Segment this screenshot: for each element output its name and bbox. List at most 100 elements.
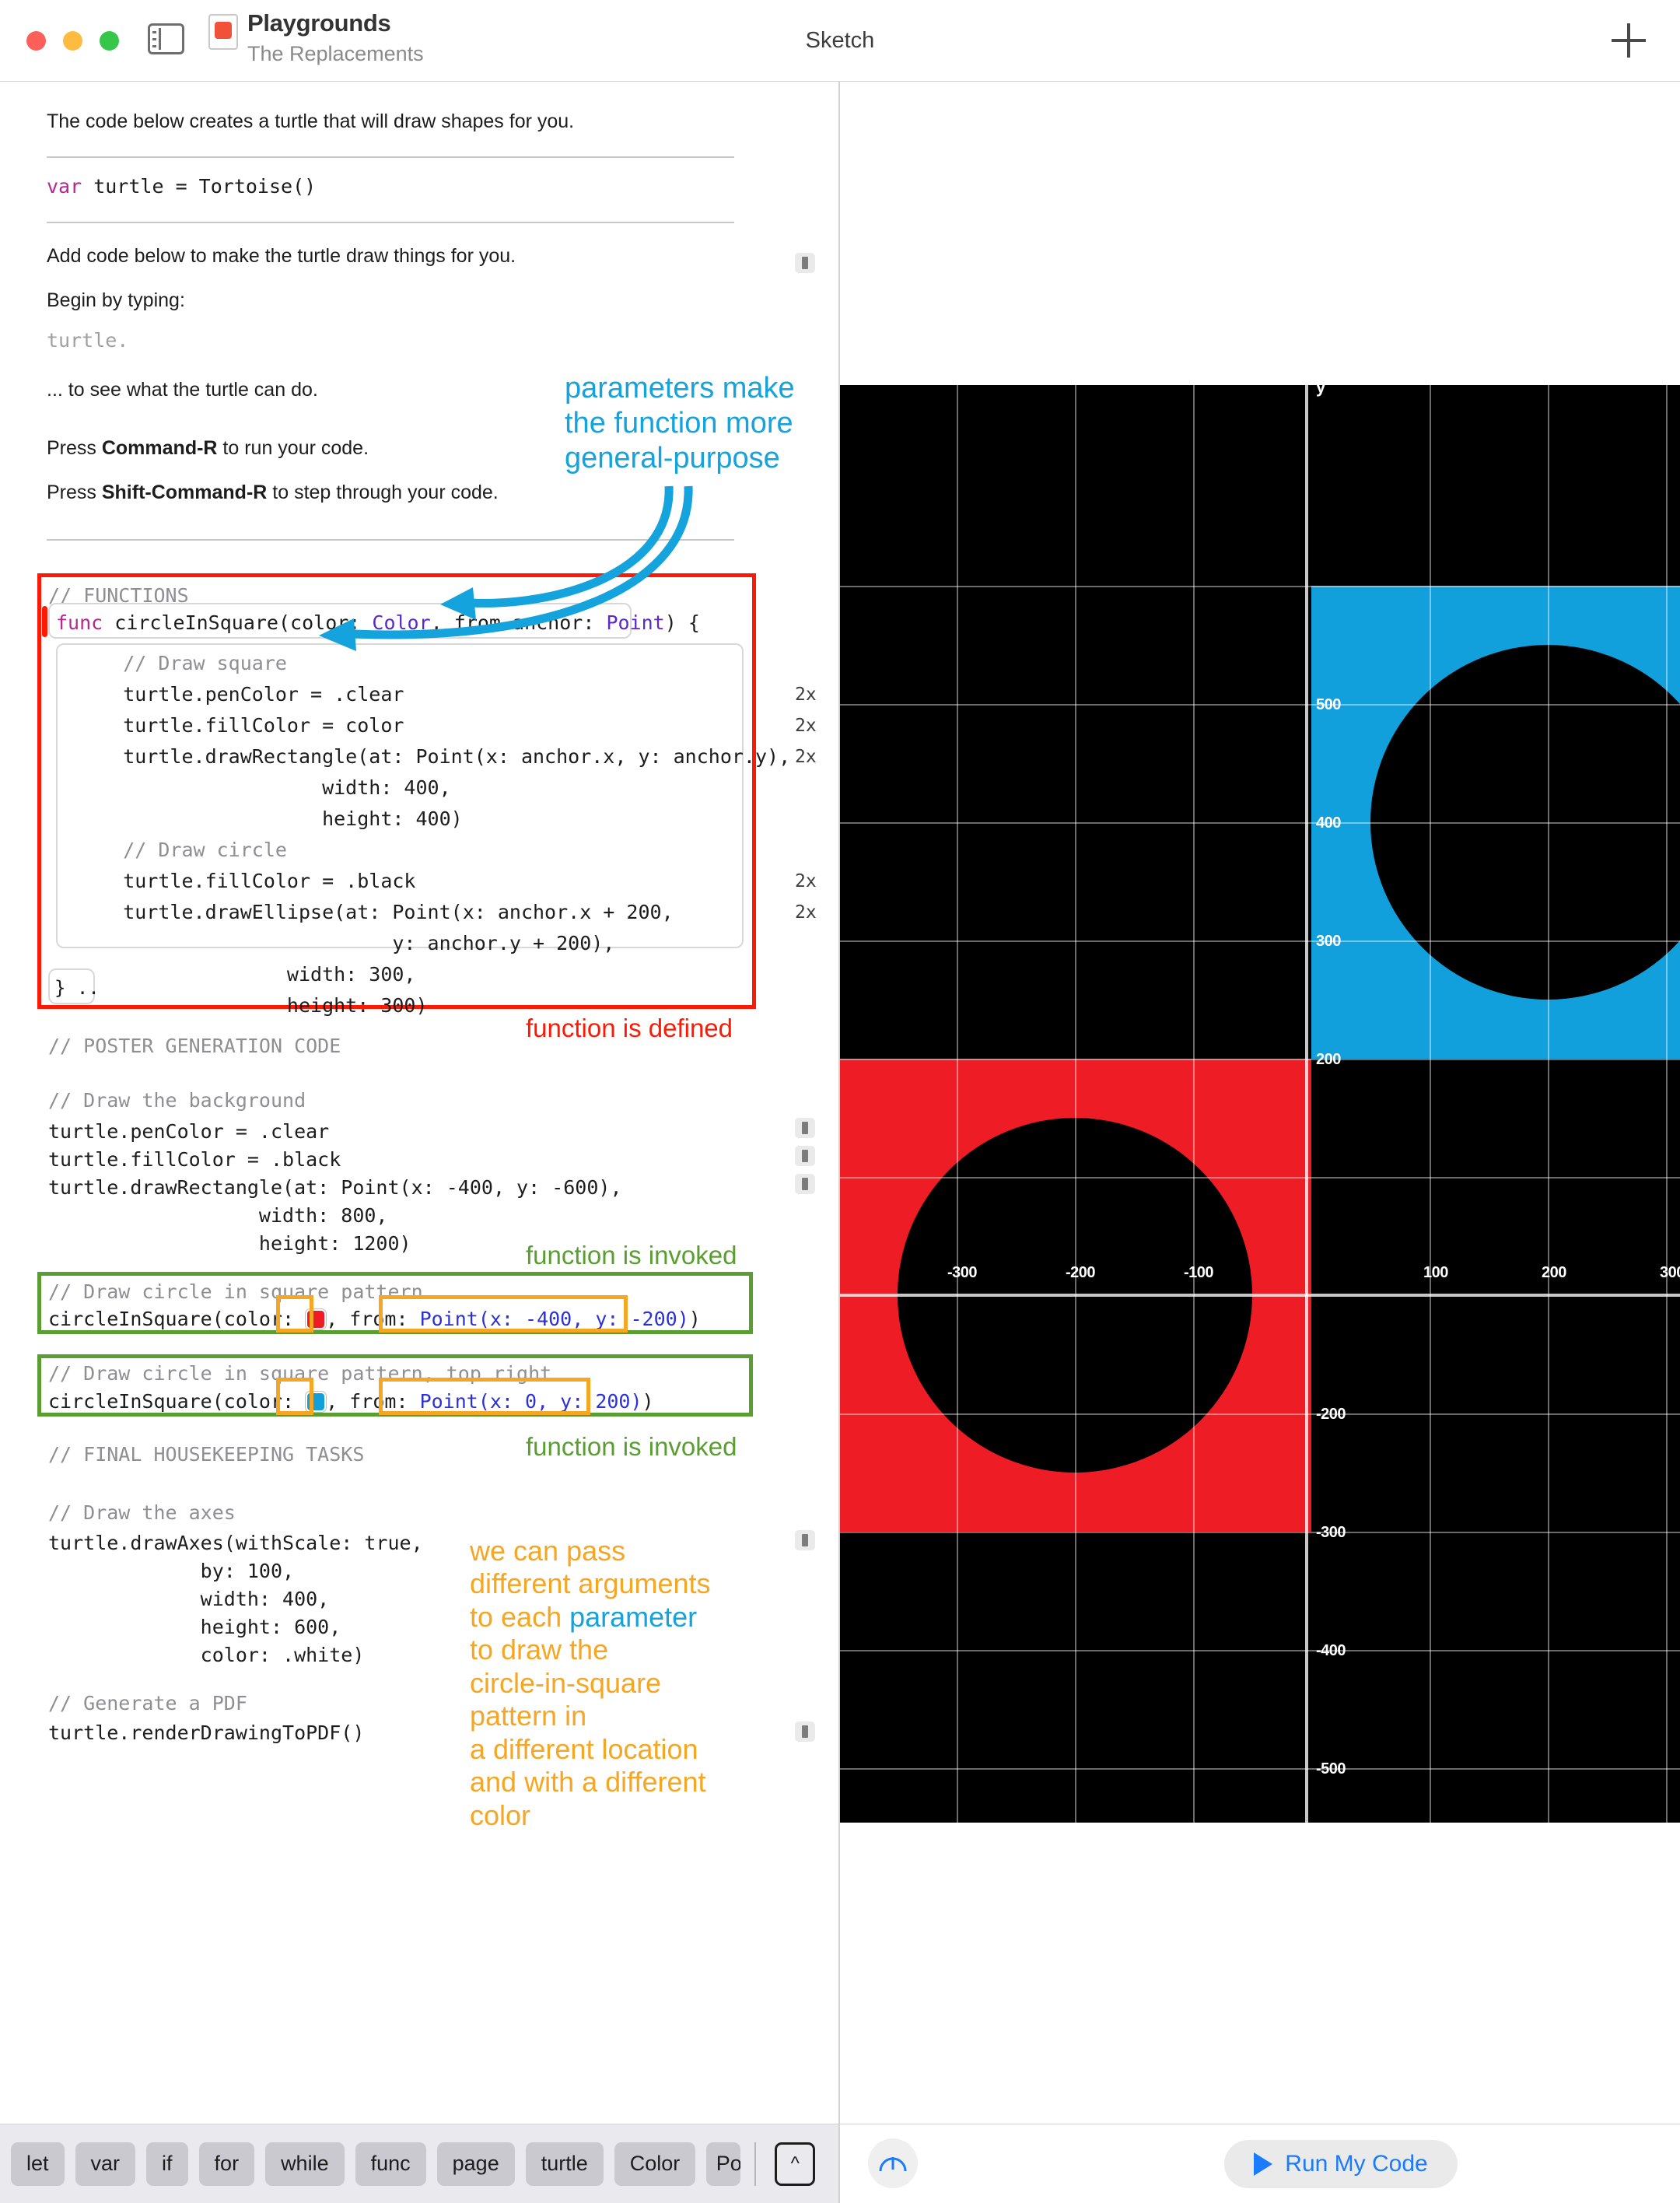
keyboard-key-color[interactable]: Color [614, 2142, 696, 2186]
placeholder-code: turtle. [47, 329, 129, 352]
annotation-orange-line-7: and with a different [470, 1766, 706, 1798]
keyboard-key-page[interactable]: page [436, 2142, 515, 2186]
code-render-pdf: turtle.renderDrawingToPDF() [48, 1721, 365, 1744]
x-tick--100: -100 [1184, 1264, 1214, 1281]
x-tick--200: -200 [1066, 1264, 1096, 1281]
code-axes-by: by: 100, [48, 1560, 295, 1582]
y-tick--300: -300 [1316, 1524, 1346, 1541]
keyboard-key-for[interactable]: for [198, 2142, 255, 2186]
keyword-func: func [56, 611, 103, 634]
code-axes-height: height: 600, [48, 1616, 341, 1638]
gridline-h-200 [840, 1059, 1680, 1060]
code-axes-color: color: .white) [48, 1644, 365, 1666]
keyboard-key-let[interactable]: let [11, 2142, 65, 2186]
gridline-h--400 [840, 1768, 1680, 1770]
code-line-draw-circle-comment: // Draw circle [76, 839, 287, 861]
intro-text-4: ... to see what the turtle can do. [47, 379, 318, 401]
y-tick-200: 200 [1316, 1051, 1341, 1068]
code-line-drawellipse: turtle.drawEllipse(at: Point(x: anchor.x… [76, 901, 674, 923]
code-bg-fillcolor: turtle.fillColor = .black [48, 1148, 341, 1171]
play-icon [1254, 2152, 1273, 2176]
argument-highlight-color-2 [276, 1378, 313, 1415]
gridline-h-400 [840, 822, 1680, 824]
x-tick-100: 100 [1423, 1264, 1448, 1281]
y-tick-500: 500 [1316, 696, 1341, 713]
title-bar: Playgrounds The Replacements Sketch [0, 0, 1680, 82]
annotation-orange-line-2: to each parameter [470, 1601, 781, 1634]
run-counter-4: 2x [795, 871, 817, 891]
background-comment: // Draw the background [48, 1089, 306, 1112]
function-close-brace: } .. [54, 977, 100, 999]
annotation-orange-block: we can pass different arguments to each … [470, 1535, 781, 1832]
run-my-code-button[interactable]: Run My Code [1224, 2140, 1458, 2188]
code-line-rect-height: height: 400) [76, 807, 463, 830]
annotation-orange-line-4: circle-in-square [470, 1666, 662, 1699]
code-line-draw-square-comment: // Draw square [76, 652, 287, 674]
code-line-ellipse-width: width: 300, [76, 963, 416, 986]
intro-6-shortcut: Shift-Command-R [101, 482, 268, 503]
x-tick--300: -300 [947, 1264, 978, 1281]
code-line-fillcolor-black: turtle.fillColor = .black [76, 870, 416, 892]
keyword-var: var [47, 175, 82, 198]
delete-line-button-3[interactable] [795, 1174, 815, 1194]
y-tick-400: 400 [1316, 814, 1341, 832]
run-counter-1: 2x [795, 685, 817, 705]
run-button-label: Run My Code [1285, 2151, 1428, 2177]
invocation-2-prefix: circleInSquare(color: [48, 1390, 306, 1413]
delete-line-button-4[interactable] [795, 1530, 815, 1550]
keyboard-key-while[interactable]: while [265, 2142, 345, 2186]
keyboard-key-point[interactable]: Po [706, 2142, 741, 2186]
divider-2 [47, 222, 734, 223]
keyboard-key-turtle[interactable]: turtle [525, 2142, 604, 2186]
delete-line-button-1[interactable] [795, 1118, 815, 1138]
code-bg-height: height: 1200) [48, 1232, 411, 1255]
run-counter-2: 2x [795, 716, 817, 736]
argument-highlight-color-1 [276, 1295, 313, 1333]
add-page-button[interactable] [1612, 23, 1646, 58]
annotation-orange-line-5: pattern in [470, 1700, 587, 1732]
speedometer-icon[interactable] [868, 2138, 918, 2188]
code-editor-pane[interactable]: The code below creates a turtle that wil… [0, 82, 838, 2124]
gridline-h-600 [840, 586, 1680, 587]
annotation-parameter-word: parameter [569, 1600, 698, 1633]
code-bg-width: width: 800, [48, 1204, 388, 1227]
delete-line-button-2[interactable] [795, 1146, 815, 1166]
turtle-canvas: y 500 400 300 200 -200 -300 -400 -500 -3… [840, 385, 1680, 1823]
y-tick--200: -200 [1316, 1406, 1346, 1423]
annotation-orange-line-3: to draw the [470, 1634, 609, 1666]
keyboard-key-var[interactable]: var [75, 2142, 136, 2186]
code-axes-call: turtle.drawAxes(withScale: true, [48, 1532, 423, 1554]
keyboard-key-if[interactable]: if [146, 2142, 188, 2186]
divider-1 [47, 156, 734, 158]
gridline-v-300 [1666, 385, 1668, 1823]
invocation-2-tail: ) [642, 1390, 654, 1413]
code-bg-rect: turtle.drawRectangle(at: Point(x: -400, … [48, 1176, 622, 1199]
invocation-1-tail: ) [688, 1308, 701, 1330]
gridline-v--100 [1193, 385, 1195, 1823]
x-axis [840, 1294, 1680, 1297]
intro-5-shortcut: Command-R [101, 437, 218, 459]
setup-code-line[interactable]: var turtle = Tortoise() [47, 177, 316, 196]
gridline-v-100 [1430, 385, 1431, 1823]
keyboard-key-func[interactable]: func [355, 2142, 426, 2186]
annotation-orange-line-1: different arguments [470, 1567, 711, 1600]
annotation-orange-line-0: we can pass [470, 1535, 626, 1567]
run-bar: Run My Code [840, 2124, 1680, 2203]
intro-text-2: Add code below to make the turtle draw t… [47, 245, 516, 267]
chevron-up-icon[interactable]: ^ [775, 2142, 816, 2186]
intro-6-pre: Press [47, 482, 102, 503]
axes-comment: // Draw the axes [48, 1501, 236, 1524]
y-tick-300: 300 [1316, 933, 1341, 950]
playgrounds-window: Playgrounds The Replacements Sketch The … [0, 0, 1680, 2203]
y-axis-label: y [1316, 385, 1326, 397]
delete-line-button-5[interactable] [795, 1721, 815, 1742]
window-title: Sketch [805, 28, 875, 53]
gridline-h-300 [840, 940, 1680, 942]
poster-section-header: // POSTER GENERATION CODE [48, 1035, 341, 1057]
gridline-h-100 [840, 1177, 1680, 1179]
delete-line-button-0[interactable] [795, 253, 815, 273]
gridline-h--300 [840, 1650, 1680, 1651]
pdf-comment: // Generate a PDF [48, 1692, 247, 1714]
intro-text-1: The code below creates a turtle that wil… [47, 110, 575, 132]
intro-5-pre: Press [47, 437, 102, 459]
